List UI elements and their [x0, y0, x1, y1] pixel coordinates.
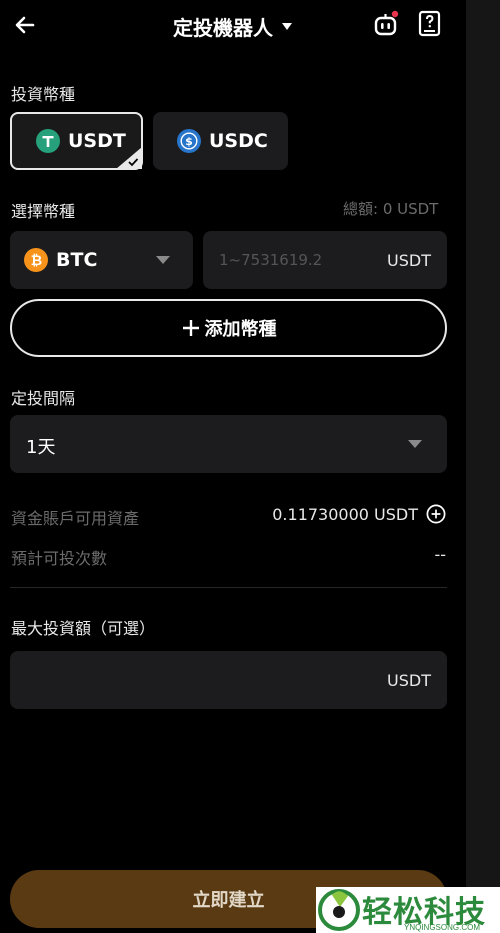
plus-icon [182, 320, 199, 336]
add-circle-icon[interactable] [426, 504, 446, 524]
estimated-count-value: -- [434, 545, 446, 564]
svg-text:₿: ₿ [31, 253, 42, 269]
coin-option-label: USDC [209, 130, 268, 152]
check-corner-icon [116, 147, 142, 169]
question-book-icon [418, 10, 441, 37]
robot-icon [374, 10, 399, 36]
amount-unit: USDT [387, 251, 431, 270]
invest-coin-label: 投資幣種 [11, 85, 76, 104]
available-assets-label: 資金賬戶可用資產 [11, 509, 140, 528]
interval-label: 定投間隔 [11, 389, 76, 408]
max-invest-label: 最大投資額（可選） [11, 619, 156, 638]
caret-down-icon[interactable] [281, 22, 293, 32]
coin-option-usdc[interactable]: $ USDC [153, 112, 288, 170]
total-amount-text: 總額: 0 USDT [343, 200, 439, 218]
robot-button[interactable] [372, 10, 400, 38]
coin-option-usdt[interactable]: USDT [10, 112, 143, 170]
coin-amount-input[interactable] [219, 231, 369, 289]
coin-amount-field[interactable]: USDT [203, 231, 447, 289]
interval-select[interactable]: 1天 [10, 415, 447, 473]
usdt-icon [36, 129, 60, 153]
usdc-icon: $ [177, 129, 201, 153]
max-invest-field[interactable]: USDT [10, 651, 447, 709]
estimated-count-label: 預計可投次數 [11, 549, 108, 568]
max-invest-unit: USDT [387, 671, 431, 690]
available-assets-value: 0.11730000 USDT [272, 504, 418, 524]
btc-icon: ₿ [24, 248, 48, 272]
add-coin-label: 添加幣種 [204, 319, 277, 340]
dropdown-caret-icon [156, 256, 170, 264]
selected-coin-label: BTC [56, 249, 98, 271]
site-watermark: 轻松科技 YNQINGSONG.COM [316, 887, 500, 933]
guide-button[interactable] [418, 10, 444, 38]
watermark-logo-icon [318, 889, 360, 931]
interval-value: 1天 [26, 437, 56, 458]
arrow-left-icon [15, 16, 35, 34]
watermark-subtext: YNQINGSONG.COM [404, 923, 481, 932]
select-coin-label: 選擇幣種 [11, 202, 76, 221]
app-screen: 定投機器人 投資幣種 USDT $ USDC 選擇幣種 總額: 0 USDT ₿… [0, 0, 466, 933]
create-now-label: 立即建立 [192, 890, 265, 911]
back-button[interactable] [12, 12, 38, 38]
available-assets-row: 0.11730000 USDT [272, 504, 446, 524]
svg-text:$: $ [185, 135, 193, 148]
divider [10, 587, 447, 588]
side-panel [466, 0, 500, 933]
header: 定投機器人 [0, 0, 466, 52]
max-invest-input[interactable] [26, 651, 326, 709]
add-coin-button[interactable]: 添加幣種 [10, 299, 447, 357]
page-title[interactable]: 定投機器人 [173, 12, 273, 41]
dropdown-caret-icon [408, 440, 422, 448]
coin-select-btc[interactable]: ₿ BTC [10, 231, 193, 289]
